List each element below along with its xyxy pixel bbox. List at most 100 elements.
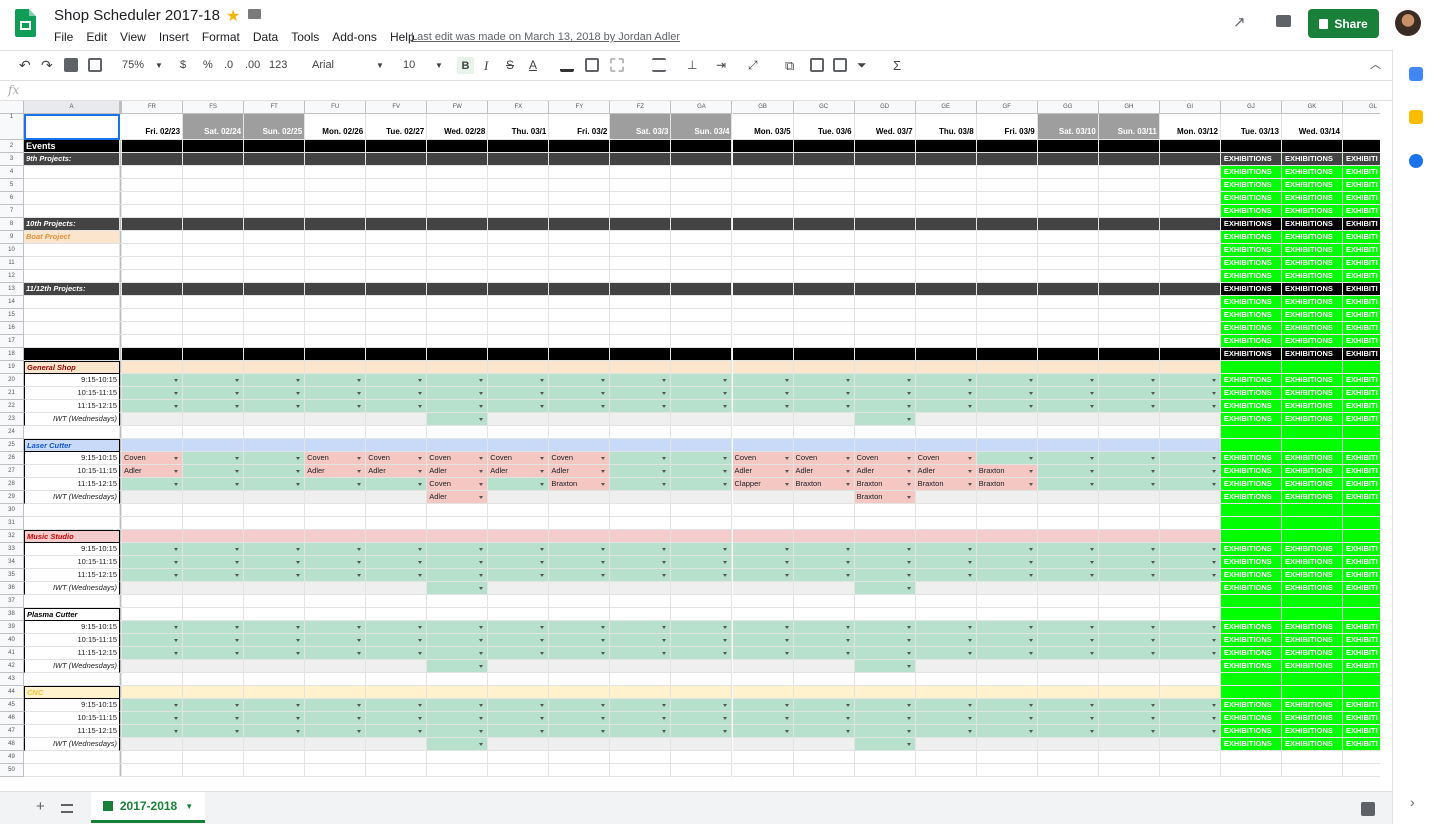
cell[interactable] <box>366 309 428 322</box>
exhibitions-cell[interactable] <box>1343 673 1380 686</box>
zoom-select[interactable]: 75% <box>122 57 144 74</box>
row-header[interactable]: 12 <box>0 270 24 283</box>
exhibitions-cell[interactable]: EXHIBITIONS <box>1220 543 1282 556</box>
cell[interactable] <box>976 439 1038 452</box>
cell[interactable] <box>1098 361 1160 374</box>
slot-dropdown[interactable] <box>671 569 733 582</box>
cell[interactable] <box>793 608 855 621</box>
slot-dropdown[interactable] <box>549 621 611 634</box>
cell[interactable] <box>488 335 550 348</box>
cell[interactable] <box>549 751 611 764</box>
cell[interactable] <box>915 686 977 699</box>
cell[interactable] <box>854 283 916 296</box>
slot-dropdown[interactable] <box>976 556 1038 569</box>
cell[interactable] <box>915 738 977 751</box>
slot-dropdown[interactable] <box>671 634 733 647</box>
cell[interactable] <box>1159 504 1221 517</box>
cell[interactable] <box>488 205 550 218</box>
cell[interactable] <box>1037 309 1099 322</box>
exhibitions-cell[interactable] <box>1220 504 1282 517</box>
exhibitions-cell[interactable]: EXHIBITI <box>1343 205 1380 218</box>
cell[interactable] <box>549 504 611 517</box>
cell[interactable] <box>1037 231 1099 244</box>
booking-dropdown[interactable]: Braxton <box>793 478 855 491</box>
exhibitions-cell[interactable]: EXHIBITIONS <box>1220 413 1282 426</box>
cell[interactable] <box>244 218 306 231</box>
cell[interactable] <box>976 309 1038 322</box>
cell[interactable] <box>244 270 306 283</box>
cell[interactable] <box>549 153 611 166</box>
slot-dropdown[interactable] <box>122 478 184 491</box>
cell-a[interactable] <box>24 166 120 179</box>
exhibitions-cell[interactable]: EXHIBITI <box>1343 218 1380 231</box>
cell[interactable] <box>183 751 245 764</box>
cell[interactable] <box>854 348 916 361</box>
cell[interactable] <box>671 439 733 452</box>
cell[interactable] <box>122 270 184 283</box>
slot-dropdown[interactable] <box>1037 647 1099 660</box>
slot-dropdown[interactable] <box>305 478 367 491</box>
slot-dropdown[interactable] <box>976 569 1038 582</box>
cell[interactable] <box>244 595 306 608</box>
cell[interactable] <box>671 673 733 686</box>
cell[interactable] <box>305 764 367 777</box>
cell[interactable] <box>976 322 1038 335</box>
exhibitions-cell[interactable]: EXHIBITIONS <box>1220 452 1282 465</box>
slot-dropdown[interactable] <box>122 712 184 725</box>
cell[interactable] <box>671 361 733 374</box>
slot-dropdown[interactable] <box>244 556 306 569</box>
cell[interactable] <box>488 283 550 296</box>
cell[interactable] <box>610 153 672 166</box>
cell[interactable] <box>183 283 245 296</box>
cell[interactable] <box>122 244 184 257</box>
cell[interactable] <box>793 166 855 179</box>
cell[interactable] <box>732 608 794 621</box>
cell[interactable] <box>1037 764 1099 777</box>
cell[interactable] <box>183 491 245 504</box>
cell[interactable] <box>427 322 489 335</box>
cell[interactable] <box>671 426 733 439</box>
slot-dropdown[interactable] <box>183 621 245 634</box>
cell[interactable] <box>488 673 550 686</box>
cell[interactable] <box>671 751 733 764</box>
slot-dropdown[interactable] <box>1098 621 1160 634</box>
cell[interactable] <box>1098 270 1160 283</box>
exhibitions-cell[interactable]: EXHIBITI <box>1343 231 1380 244</box>
cell[interactable] <box>793 270 855 283</box>
slot-dropdown[interactable] <box>183 478 245 491</box>
add-sheet-icon[interactable]: + <box>36 798 45 815</box>
cell[interactable] <box>244 166 306 179</box>
cell[interactable] <box>244 140 306 153</box>
cell[interactable] <box>427 231 489 244</box>
exhibitions-cell[interactable]: EXHIBITIONS <box>1220 478 1282 491</box>
cell[interactable] <box>549 595 611 608</box>
booking-dropdown[interactable]: Braxton <box>976 465 1038 478</box>
booking-dropdown[interactable]: Adler <box>366 465 428 478</box>
avatar[interactable] <box>1395 10 1421 36</box>
cell[interactable] <box>976 673 1038 686</box>
exhibitions-cell[interactable] <box>1343 504 1380 517</box>
slot-dropdown[interactable] <box>610 647 672 660</box>
slot-dropdown[interactable] <box>305 647 367 660</box>
iwt-dropdown[interactable] <box>427 660 489 673</box>
cell[interactable] <box>488 179 550 192</box>
slot-dropdown[interactable] <box>305 634 367 647</box>
cell[interactable] <box>244 244 306 257</box>
cell[interactable] <box>732 153 794 166</box>
cell[interactable] <box>1159 270 1221 283</box>
cell[interactable] <box>488 595 550 608</box>
slot-dropdown[interactable] <box>915 543 977 556</box>
exhibitions-cell[interactable] <box>1220 595 1282 608</box>
slot-dropdown[interactable] <box>427 387 489 400</box>
slot-dropdown[interactable] <box>549 699 611 712</box>
iwt-dropdown[interactable] <box>427 582 489 595</box>
cell[interactable] <box>549 179 611 192</box>
cell[interactable] <box>305 166 367 179</box>
exhibitions-cell[interactable]: EXHIBITIONS <box>1281 725 1343 738</box>
cell[interactable] <box>488 686 550 699</box>
row-header[interactable]: 44 <box>0 686 24 699</box>
cell[interactable] <box>610 140 672 153</box>
cell[interactable] <box>854 751 916 764</box>
cell[interactable] <box>183 244 245 257</box>
menu-addons[interactable]: Add-ons <box>332 30 377 44</box>
